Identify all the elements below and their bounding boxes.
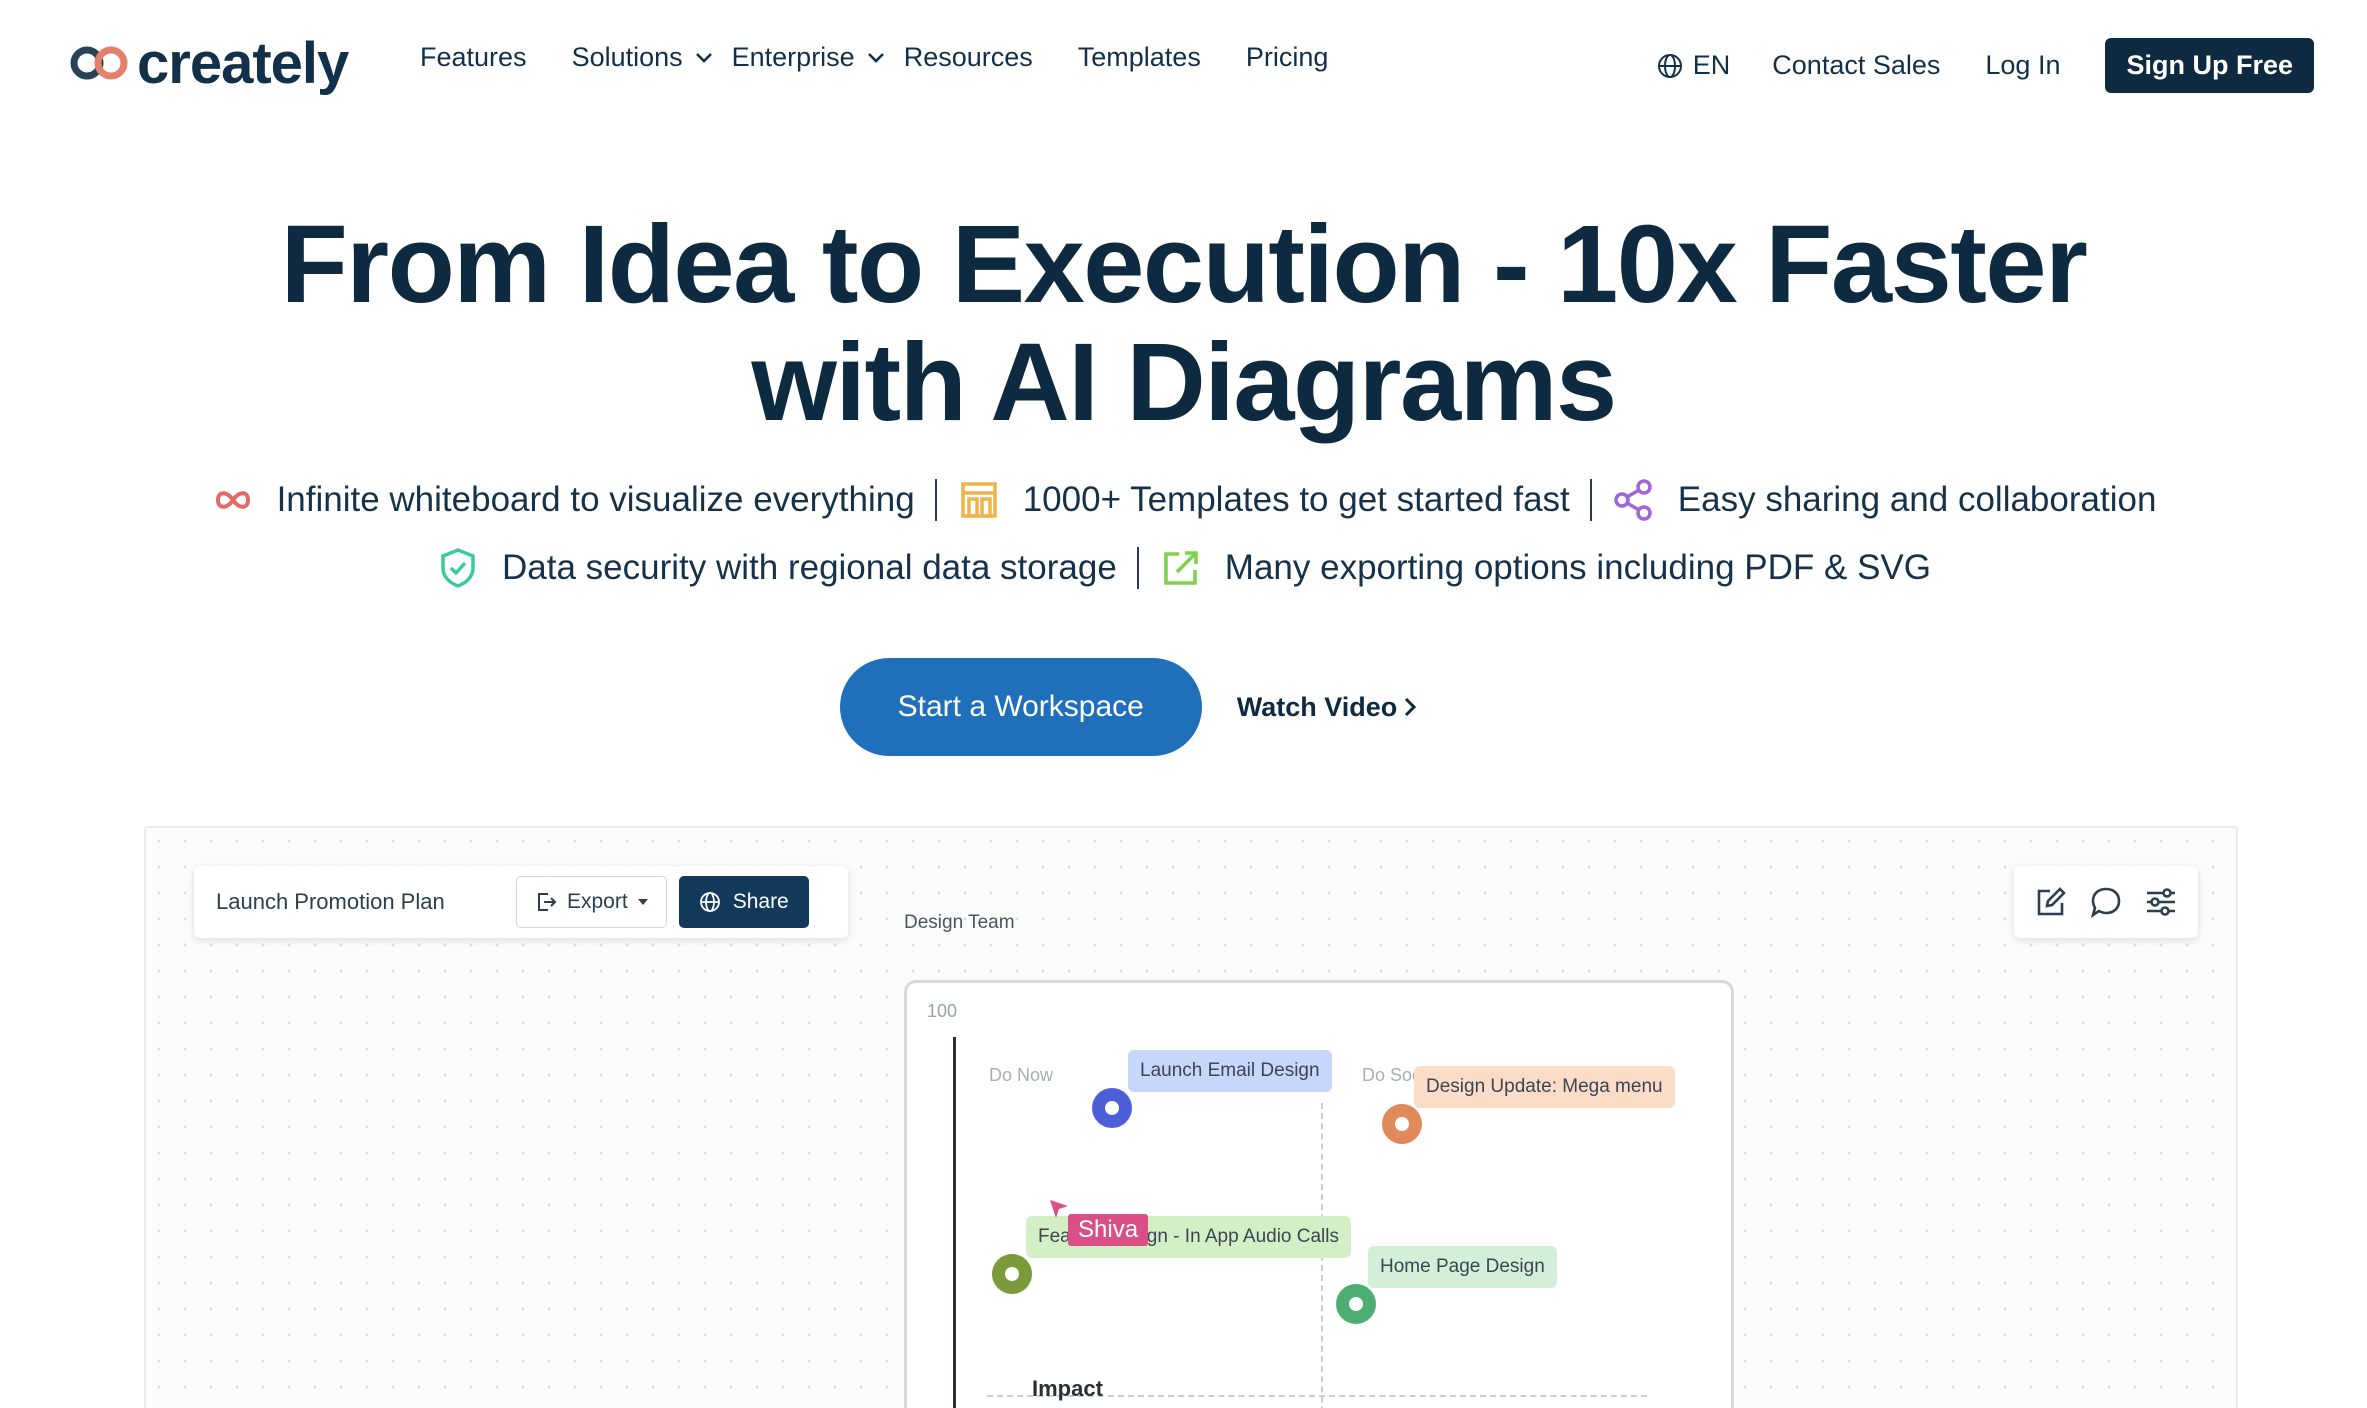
start-workspace-button[interactable]: Start a Workspace — [839, 658, 1202, 756]
task-marker-blue — [1092, 1088, 1132, 1128]
language-selector[interactable]: EN — [1657, 50, 1731, 81]
feature-sharing-text: Easy sharing and collaboration — [1677, 480, 2157, 519]
hero-title-line2: with AI Diagrams — [751, 321, 1617, 444]
language-label: EN — [1692, 50, 1731, 80]
team-label: Design Team — [904, 912, 1015, 933]
shield-icon — [441, 548, 475, 588]
axis-max-label: 100 — [927, 1001, 958, 1021]
feature-security-text: Data security with regional data storage — [502, 548, 1117, 587]
external-link-icon — [1164, 551, 1198, 585]
divider — [1136, 547, 1139, 589]
nav-pricing-label: Pricing — [1245, 42, 1329, 72]
infinity-icon — [215, 491, 250, 509]
hero-title: From Idea to Execution - 10x Faster with… — [0, 206, 2367, 442]
nav-links: Features Solutions Enterprise Resources … — [420, 42, 1373, 73]
nav-templates-label: Templates — [1077, 42, 1201, 72]
nav-templates[interactable]: Templates — [1078, 42, 1201, 73]
feature-sharing: Easy sharing and collaboration — [1612, 478, 2157, 522]
cursor-arrow-icon — [1050, 1200, 1068, 1218]
divider — [1589, 479, 1592, 521]
export-icon — [538, 893, 557, 911]
feature-whiteboard: Infinite whiteboard to visualize everyth… — [211, 478, 915, 522]
export-button[interactable]: Export — [516, 876, 667, 928]
document-toolbar: Launch Promotion Plan Export Share — [194, 866, 848, 938]
app-preview: Launch Promotion Plan Export Share Desig… — [144, 826, 2238, 1408]
creately-logo[interactable]: creately — [67, 28, 349, 98]
feature-export: Many exporting options including PDF & S… — [1159, 546, 1931, 590]
nav-solutions-label: Solutions — [571, 42, 683, 72]
logo-text: creately — [137, 30, 349, 96]
impact-axis-label: Impact — [1032, 1376, 1103, 1401]
nav-solutions[interactable]: Solutions — [572, 42, 713, 73]
nav-enterprise-label: Enterprise — [731, 42, 855, 72]
watch-video-label: Watch Video — [1236, 691, 1398, 722]
quadrant-do-now: Do Now — [989, 1065, 1054, 1085]
task-marker-orange — [1382, 1104, 1422, 1144]
divider — [934, 479, 937, 521]
feature-list-row2: Data security with regional data storage… — [0, 546, 2367, 590]
signup-button[interactable]: Sign Up Free — [2105, 38, 2314, 93]
globe-icon — [1657, 53, 1682, 78]
task-home-page-design[interactable]: Home Page Design — [1368, 1246, 1557, 1288]
logo-mark-icon — [70, 46, 128, 80]
globe-icon — [699, 892, 720, 912]
nav-actions: EN Contact Sales Log In Sign Up Free — [1657, 38, 2314, 93]
nav-resources-label: Resources — [903, 42, 1033, 72]
watch-video-link[interactable]: Watch Video — [1237, 692, 1418, 723]
vertical-axis — [953, 1037, 956, 1408]
share-nodes-icon — [1614, 479, 1652, 521]
settings-sliders-icon[interactable] — [2143, 884, 2179, 920]
priority-matrix[interactable]: 100 Do Now Do Soo — [904, 980, 1734, 1408]
task-marker-olive — [992, 1254, 1032, 1294]
collaborator-cursor-label: Shiva — [1068, 1214, 1149, 1246]
feature-security: Data security with regional data storage — [436, 546, 1117, 590]
cta-row: Start a Workspace Watch Video — [0, 658, 2367, 756]
feature-whiteboard-text: Infinite whiteboard to visualize everyth… — [276, 480, 915, 519]
nav-pricing[interactable]: Pricing — [1246, 42, 1329, 73]
caret-down-icon — [637, 899, 648, 905]
share-button[interactable]: Share — [678, 876, 809, 928]
task-marker-green — [1336, 1284, 1376, 1324]
chevron-right-icon — [1405, 697, 1417, 717]
login-link[interactable]: Log In — [1985, 50, 2060, 81]
nav-enterprise[interactable]: Enterprise — [732, 42, 885, 73]
task-design-update-mega-menu[interactable]: Design Update: Mega menu — [1414, 1066, 1675, 1108]
contact-sales-link[interactable]: Contact Sales — [1772, 50, 1940, 81]
top-nav: creately Features Solutions Enterprise R… — [0, 0, 2367, 130]
edit-icon[interactable] — [2033, 884, 2069, 920]
canvas-tools — [2014, 866, 2198, 938]
chevron-down-icon — [695, 52, 712, 63]
document-title[interactable]: Launch Promotion Plan — [216, 889, 516, 915]
feature-list-row1: Infinite whiteboard to visualize everyth… — [0, 478, 2367, 522]
nav-features-label: Features — [420, 42, 527, 72]
feature-export-text: Many exporting options including PDF & S… — [1224, 548, 1931, 587]
task-launch-email-design[interactable]: Launch Email Design — [1128, 1050, 1332, 1092]
feature-templates-text: 1000+ Templates to get started fast — [1022, 480, 1570, 519]
share-label: Share — [732, 890, 789, 913]
hero-title-line1: From Idea to Execution - 10x Faster — [280, 203, 2088, 326]
nav-features[interactable]: Features — [420, 42, 527, 73]
chevron-down-icon — [867, 52, 884, 63]
nav-resources[interactable]: Resources — [904, 42, 1033, 73]
export-label: Export — [567, 890, 628, 913]
feature-templates: 1000+ Templates to get started fast — [957, 478, 1570, 522]
templates-icon — [960, 482, 997, 518]
comment-icon[interactable] — [2088, 884, 2124, 920]
